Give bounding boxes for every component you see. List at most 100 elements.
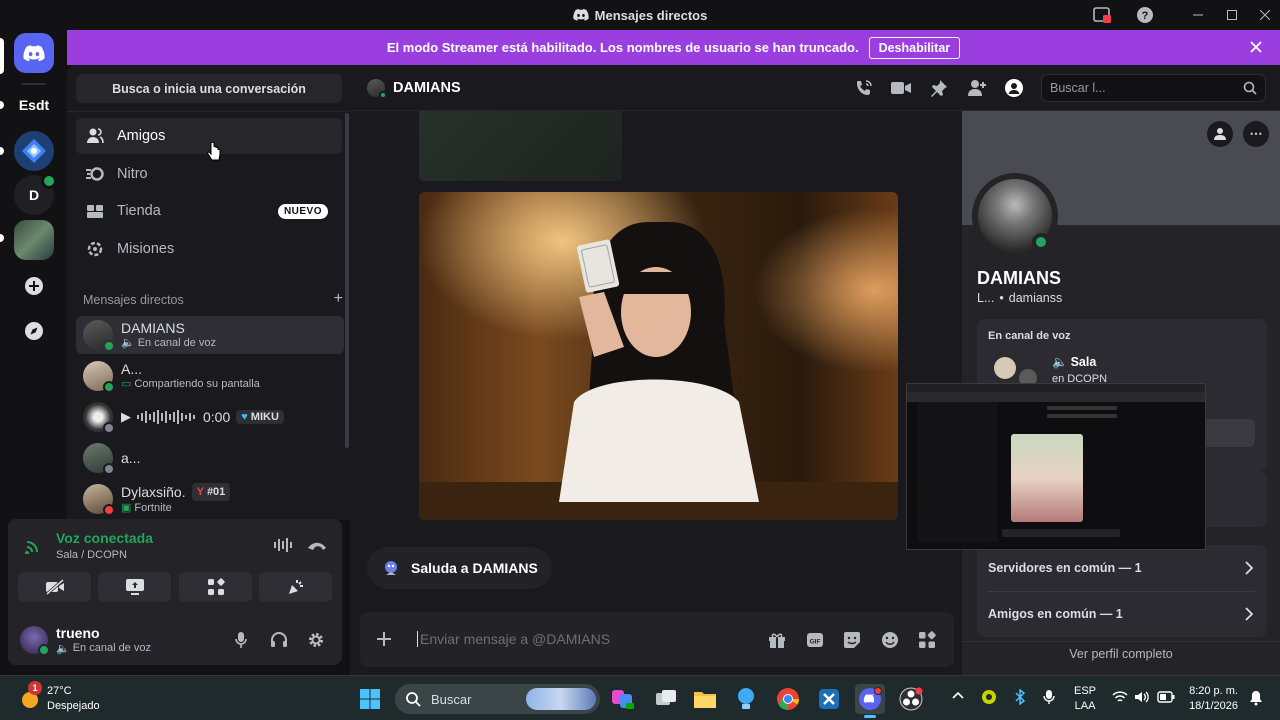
server-d[interactable]: D bbox=[14, 173, 57, 215]
plus-icon bbox=[25, 277, 43, 295]
settings-gear-icon[interactable] bbox=[307, 631, 325, 649]
chevron-right-icon bbox=[1245, 607, 1253, 621]
more-options-icon[interactable]: ⋯ bbox=[1243, 121, 1269, 147]
voice-call-icon[interactable] bbox=[853, 77, 875, 99]
header-search-input[interactable]: Buscar l... bbox=[1041, 74, 1266, 102]
discord-taskbar-icon[interactable] bbox=[855, 684, 885, 718]
header-username[interactable]: DAMIANS bbox=[393, 80, 461, 96]
user-avatar[interactable] bbox=[20, 626, 50, 656]
avatar bbox=[83, 320, 115, 352]
view-full-profile-link[interactable]: Ver perfil completo bbox=[962, 647, 1280, 661]
chat-header: DAMIANS Buscar l... bbox=[350, 65, 1280, 111]
home-dm-button[interactable] bbox=[14, 33, 54, 73]
mutual-friends-row[interactable]: Amigos en común — 1 bbox=[988, 591, 1267, 637]
disable-streamer-button[interactable]: Deshabilitar bbox=[868, 36, 961, 59]
image-attachment[interactable] bbox=[419, 192, 898, 520]
apps-icon[interactable] bbox=[918, 631, 936, 649]
chrome-icon[interactable] bbox=[773, 684, 803, 714]
microphone-tray-icon[interactable] bbox=[1043, 689, 1055, 705]
discover-button[interactable] bbox=[14, 311, 54, 351]
activities-icon bbox=[207, 578, 225, 595]
soundboard-button[interactable] bbox=[259, 572, 332, 602]
minimize-icon[interactable] bbox=[1187, 5, 1209, 25]
screen-share-button[interactable] bbox=[98, 572, 171, 602]
add-server-button[interactable] bbox=[14, 266, 54, 306]
gift-icon[interactable] bbox=[768, 631, 786, 649]
mutual-servers-row[interactable]: Servidores en común — 1 bbox=[988, 545, 1267, 591]
hand-cursor-icon bbox=[207, 142, 221, 161]
server-esdt[interactable]: Esdt bbox=[14, 85, 54, 125]
sidebar-scrollbar[interactable] bbox=[345, 113, 349, 448]
nav-quests[interactable]: Misiones bbox=[76, 231, 342, 267]
message-input[interactable]: Enviar mensaje a @DAMIANS bbox=[417, 631, 610, 647]
voice-channel-label[interactable]: Sala / DCOPN bbox=[56, 549, 127, 561]
nav-shop[interactable]: Tienda NUEVO bbox=[76, 193, 342, 229]
profile-avatar[interactable] bbox=[972, 173, 1058, 259]
notifications-icon[interactable] bbox=[1249, 690, 1263, 706]
dm-item-voice-message[interactable]: ▶ 0:00 ♥ MIKU bbox=[76, 398, 344, 436]
wave-sticker-icon bbox=[381, 558, 401, 578]
discord-icon bbox=[23, 44, 45, 61]
signal-icon[interactable] bbox=[25, 538, 41, 554]
dm-item-a2[interactable]: a... bbox=[76, 439, 344, 477]
start-button[interactable] bbox=[355, 684, 385, 714]
add-friend-to-dm-icon[interactable] bbox=[966, 77, 988, 99]
speaker-icon: 🔈 bbox=[1052, 355, 1068, 369]
emoji-icon[interactable] bbox=[881, 631, 899, 649]
dm-item-a[interactable]: A... ▭ Compartiendo su pantalla bbox=[76, 357, 344, 395]
pin-icon[interactable] bbox=[928, 77, 950, 99]
help-icon[interactable]: ? bbox=[1134, 5, 1156, 25]
task-view-icon[interactable] bbox=[651, 684, 681, 714]
gif-icon[interactable]: GIF bbox=[806, 631, 824, 649]
maximize-icon[interactable] bbox=[1221, 5, 1243, 25]
play-icon[interactable]: ▶ bbox=[121, 409, 131, 425]
video-call-icon[interactable] bbox=[890, 77, 912, 99]
close-banner-icon[interactable] bbox=[1250, 41, 1262, 53]
dm-item-damians[interactable]: DAMIANS 🔈 En canal de voz bbox=[76, 316, 344, 354]
taskbar-search[interactable]: Buscar bbox=[395, 684, 600, 714]
language-indicator[interactable]: ESP LAA bbox=[1074, 684, 1096, 714]
voice-connected-label[interactable]: Voz conectada bbox=[56, 530, 153, 546]
file-explorer-icon[interactable] bbox=[690, 684, 720, 714]
obs-icon[interactable] bbox=[896, 684, 926, 714]
streamer-mode-banner: El modo Streamer está habilitado. Los no… bbox=[67, 30, 1280, 65]
battery-icon[interactable] bbox=[1157, 691, 1175, 703]
wave-button[interactable]: Saluda a DAMIANS bbox=[367, 547, 552, 589]
inbox-icon[interactable] bbox=[1091, 5, 1113, 25]
discord-icon bbox=[572, 9, 589, 21]
chat-area: Saluda a DAMIANS bbox=[350, 65, 962, 675]
photo-woman-with-card bbox=[419, 192, 898, 520]
bluetooth-icon[interactable] bbox=[1014, 689, 1026, 705]
user-profile-toggle-icon[interactable] bbox=[1003, 77, 1025, 99]
snipping-tool-icon[interactable] bbox=[814, 684, 844, 714]
copilot-app-icon[interactable] bbox=[607, 684, 637, 714]
tips-app-icon[interactable] bbox=[731, 684, 761, 714]
tray-app-icon[interactable] bbox=[981, 689, 997, 705]
find-conversation-button[interactable]: Busca o inicia una conversación bbox=[76, 74, 342, 103]
clock[interactable]: 8:20 p. m. 18/1/2026 bbox=[1186, 684, 1238, 714]
compass-icon bbox=[25, 322, 43, 340]
create-dm-plus-icon[interactable]: + bbox=[334, 291, 343, 307]
microphone-icon[interactable] bbox=[234, 631, 248, 649]
noise-suppression-icon[interactable] bbox=[274, 538, 292, 552]
server-avatar[interactable] bbox=[14, 220, 54, 260]
guild-tag: Y #01 bbox=[191, 483, 231, 501]
dm-item-dylaxsino[interactable]: Dylaxsiño. Y #01 ▣ Fortnite bbox=[76, 480, 344, 518]
camera-off-button[interactable] bbox=[18, 572, 91, 602]
close-window-icon[interactable] bbox=[1254, 5, 1276, 25]
headphones-icon[interactable] bbox=[270, 631, 288, 649]
volume-icon[interactable] bbox=[1134, 690, 1150, 704]
weather-widget[interactable]: 27°C Despejado bbox=[47, 684, 100, 714]
previous-image-attachment[interactable] bbox=[419, 111, 622, 181]
add-friend-icon[interactable] bbox=[1207, 121, 1233, 147]
activities-button[interactable] bbox=[179, 572, 252, 602]
weather-sun-icon[interactable]: 1 bbox=[18, 681, 42, 710]
wifi-icon[interactable] bbox=[1112, 690, 1128, 704]
screen-share-preview[interactable] bbox=[906, 383, 1206, 550]
attach-plus-icon[interactable] bbox=[375, 630, 393, 648]
sticker-icon[interactable] bbox=[843, 631, 861, 649]
chevron-up-icon[interactable] bbox=[952, 691, 964, 699]
profile-display-name: DAMIANS bbox=[977, 268, 1061, 288]
server-blue-icon[interactable] bbox=[14, 131, 54, 171]
disconnect-icon[interactable] bbox=[307, 539, 327, 551]
